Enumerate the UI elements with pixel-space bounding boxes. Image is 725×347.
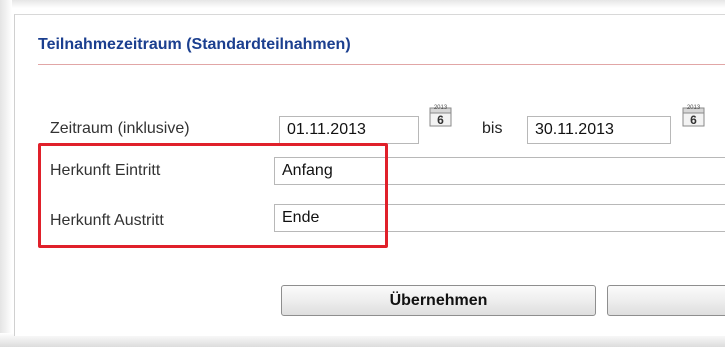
period-separator: bis (482, 120, 503, 137)
period-from-field[interactable]: 01.11.2013 (279, 116, 419, 144)
left-shadow (0, 0, 12, 347)
svg-text:6: 6 (690, 113, 697, 127)
title-divider (38, 64, 725, 65)
calendar-icon-to[interactable]: 2013 6 (682, 103, 705, 127)
section-title: Teilnahmezeitraum (Standardteilnahmen) (38, 36, 351, 53)
window-frame: Teilnahmezeitraum (Standardteilnahmen) Z… (0, 0, 725, 347)
period-label: Zeitraum (inklusive) (50, 120, 190, 137)
svg-text:2013: 2013 (434, 105, 448, 111)
top-shadow (0, 0, 725, 8)
secondary-button[interactable] (607, 285, 725, 316)
apply-button[interactable]: Übernehmen (281, 285, 596, 316)
calendar-icon-from[interactable]: 2013 6 (429, 103, 452, 127)
highlight-box (38, 143, 388, 248)
period-to-field[interactable]: 30.11.2013 (527, 116, 671, 144)
svg-text:2013: 2013 (687, 105, 701, 111)
svg-text:6: 6 (437, 113, 444, 127)
